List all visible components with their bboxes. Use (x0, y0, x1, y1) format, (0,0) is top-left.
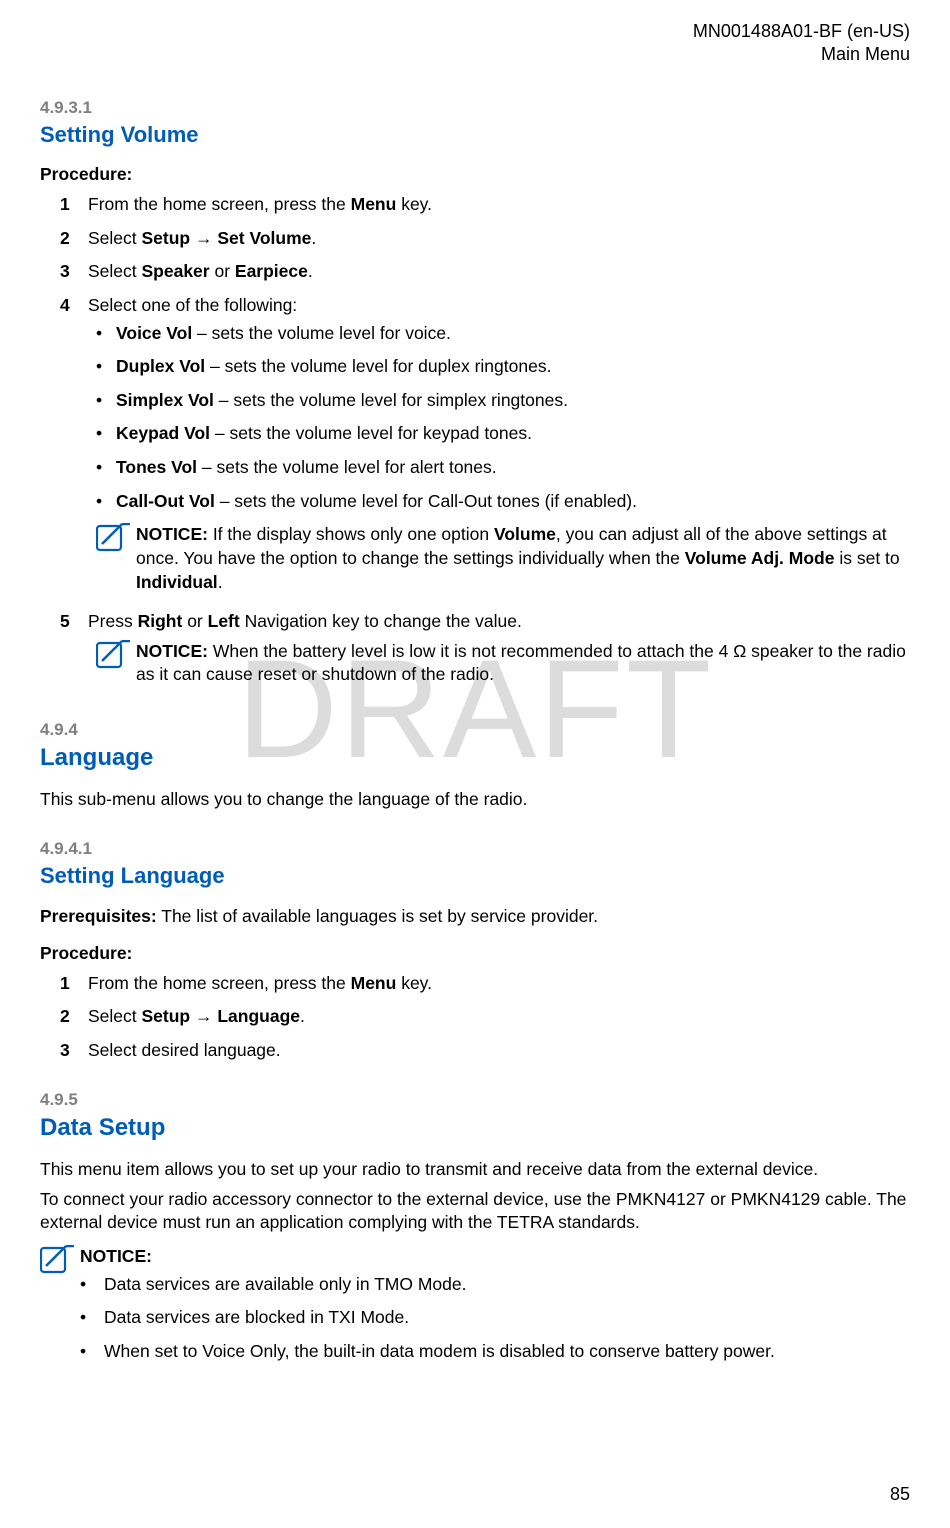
step-number: 2 (60, 227, 88, 251)
list-item: •Tones Vol – sets the volume level for a… (88, 456, 910, 480)
doc-id: MN001488A01-BF (en-US) (40, 20, 910, 43)
page-number: 85 (890, 1482, 910, 1506)
step: 4 Select one of the following: •Voice Vo… (40, 294, 910, 600)
section-title: Setting Volume (40, 120, 910, 150)
procedure-label: Procedure: (40, 163, 910, 187)
prerequisites: Prerequisites: The list of available lan… (40, 905, 910, 929)
list-item: •Data services are blocked in TXI Mode. (80, 1306, 910, 1330)
step-text: Select desired language. (88, 1039, 910, 1063)
section-desc: This sub-menu allows you to change the l… (40, 788, 910, 812)
step: 5 Press Right or Left Navigation key to … (40, 610, 910, 693)
page-header: MN001488A01-BF (en-US) Main Menu (40, 20, 910, 67)
step: 2 Select Setup → Language. (40, 1005, 910, 1029)
section-title: Data Setup (40, 1112, 910, 1144)
step: 3 Select desired language. (40, 1039, 910, 1063)
step-number: 1 (60, 972, 88, 996)
list-item: •Keypad Vol – sets the volume level for … (88, 422, 910, 446)
step: 1 From the home screen, press the Menu k… (40, 972, 910, 996)
step-number: 2 (60, 1005, 88, 1029)
step-number: 5 (60, 610, 88, 693)
section-title: Language (40, 742, 910, 774)
step-body: Press Right or Left Navigation key to ch… (88, 610, 910, 693)
notice: NOTICE: If the display shows only one op… (88, 523, 910, 594)
notice: NOTICE: When the battery level is low it… (88, 640, 910, 687)
procedure-steps: 1 From the home screen, press the Menu k… (40, 193, 910, 693)
notice-body: NOTICE: •Data services are available onl… (80, 1245, 910, 1374)
notice-text: NOTICE: If the display shows only one op… (136, 523, 910, 594)
section-number: 4.9.4.1 (40, 838, 910, 861)
step-body: Select one of the following: •Voice Vol … (88, 294, 910, 600)
step-text: Select one of the following: (88, 294, 910, 318)
notice: NOTICE: •Data services are available onl… (40, 1245, 910, 1374)
list-item: •Call-Out Vol – sets the volume level fo… (88, 490, 910, 514)
procedure-label: Procedure: (40, 942, 910, 966)
section-title: Setting Language (40, 861, 910, 891)
list-item: •When set to Voice Only, the built-in da… (80, 1340, 910, 1364)
step: 1 From the home screen, press the Menu k… (40, 193, 910, 217)
notice-icon (96, 523, 130, 553)
list-item: •Data services are available only in TMO… (80, 1273, 910, 1297)
step-number: 1 (60, 193, 88, 217)
notice-icon (96, 640, 130, 670)
paragraph: This menu item allows you to set up your… (40, 1158, 910, 1182)
step-number: 4 (60, 294, 88, 600)
step-text: Select Setup → Set Volume. (88, 227, 910, 251)
notice-text: NOTICE: When the battery level is low it… (136, 640, 910, 687)
procedure-steps: 1 From the home screen, press the Menu k… (40, 972, 910, 1063)
list-item: •Voice Vol – sets the volume level for v… (88, 322, 910, 346)
step-text: Select Speaker or Earpiece. (88, 260, 910, 284)
step-text: Select Setup → Language. (88, 1005, 910, 1029)
step-text: From the home screen, press the Menu key… (88, 972, 910, 996)
step: 3 Select Speaker or Earpiece. (40, 260, 910, 284)
notice-icon (40, 1245, 74, 1275)
notice-list: •Data services are available only in TMO… (80, 1273, 910, 1364)
section-number: 4.9.4 (40, 719, 910, 742)
step-number: 3 (60, 260, 88, 284)
step: 2 Select Setup → Set Volume. (40, 227, 910, 251)
section-number: 4.9.5 (40, 1089, 910, 1112)
step-text: From the home screen, press the Menu key… (88, 193, 910, 217)
list-item: •Simplex Vol – sets the volume level for… (88, 389, 910, 413)
paragraph: To connect your radio accessory connecto… (40, 1188, 910, 1235)
step-number: 3 (60, 1039, 88, 1063)
notice-label: NOTICE: (80, 1246, 152, 1266)
option-list: •Voice Vol – sets the volume level for v… (88, 322, 910, 514)
breadcrumb: Main Menu (40, 43, 910, 66)
list-item: •Duplex Vol – sets the volume level for … (88, 355, 910, 379)
section-number: 4.9.3.1 (40, 97, 910, 120)
step-text: Press Right or Left Navigation key to ch… (88, 610, 910, 634)
